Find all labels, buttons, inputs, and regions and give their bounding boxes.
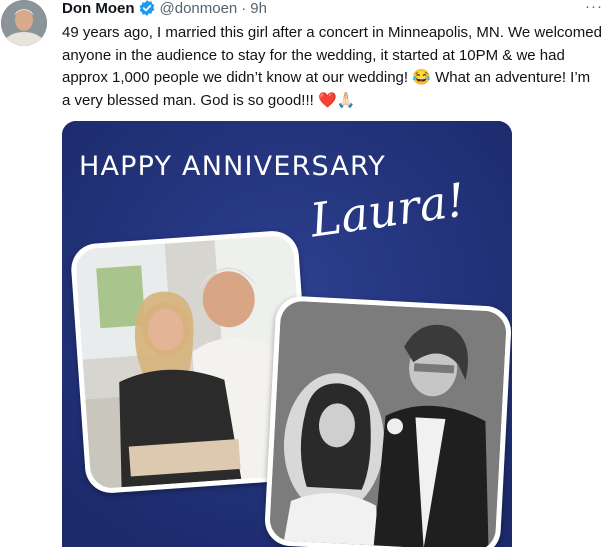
wedding-photo-image: [268, 300, 508, 547]
anniversary-headline: HAPPY ANNIVERSARY: [79, 151, 386, 182]
tweet-time[interactable]: 9h: [250, 0, 267, 17]
tweet-media[interactable]: HAPPY ANNIVERSARY Laura!: [62, 121, 512, 547]
header-separator: ·: [241, 0, 247, 17]
more-options-icon[interactable]: ···: [585, 0, 603, 15]
tweet-text: 49 years ago, I married this girl after …: [62, 24, 602, 109]
verified-badge-icon: [139, 0, 154, 16]
author-handle[interactable]: @donmoen: [160, 0, 238, 17]
avatar-photo-icon: [1, 0, 47, 46]
author-name[interactable]: Don Moen: [62, 0, 135, 17]
tweet-header: Don Moen @donmoen · 9h: [62, 0, 267, 18]
avatar[interactable]: [1, 0, 47, 46]
wedding-photo: [263, 294, 512, 547]
